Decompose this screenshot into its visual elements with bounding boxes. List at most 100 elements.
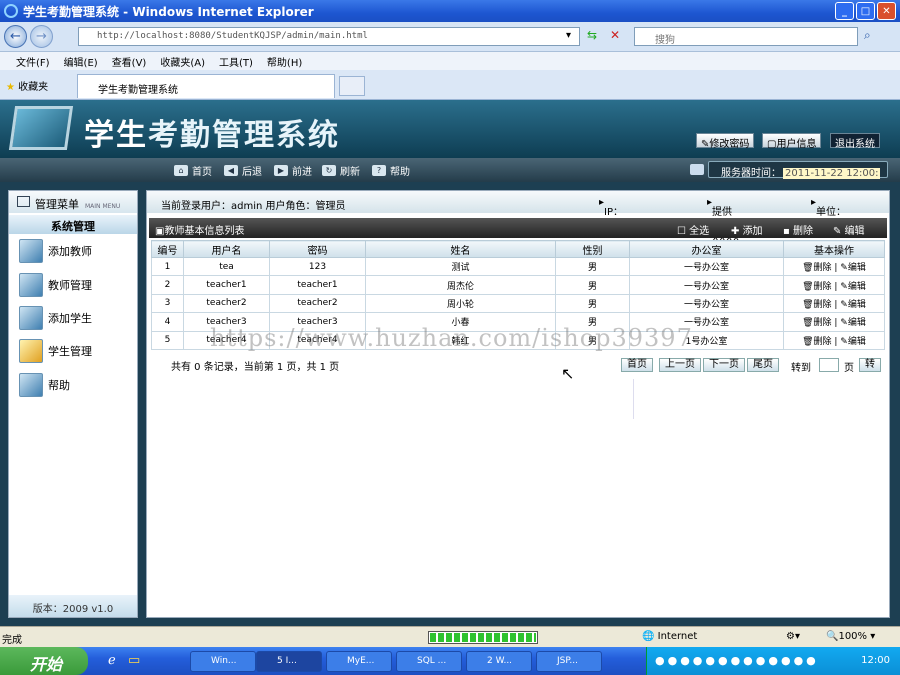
nav-back[interactable]: ◀ 后退 bbox=[224, 163, 262, 178]
row-operations[interactable]: 🗑删除 | ✎编辑 bbox=[783, 312, 885, 332]
sidebar-item-label: 教师管理 bbox=[48, 279, 92, 292]
main-panel: 当前登录用户：admin 用户角色：管理员 ▸ IP：127.0.0.1 ▸ 提… bbox=[146, 190, 890, 618]
status-text: 完成 bbox=[2, 635, 22, 646]
cell-gender: 男 bbox=[555, 312, 630, 332]
row-operations[interactable]: 🗑删除 | ✎编辑 bbox=[783, 275, 885, 295]
task-item[interactable]: JSP... bbox=[536, 651, 602, 672]
task-item-active[interactable]: 5 I... bbox=[256, 651, 322, 672]
menu-edit[interactable]: 编辑(E) bbox=[64, 54, 98, 69]
row-operations[interactable]: 🗑删除 | ✎编辑 bbox=[783, 330, 885, 350]
goto-page-input[interactable] bbox=[819, 358, 839, 372]
sidebar-item-add-student[interactable]: 添加学生 bbox=[19, 304, 134, 332]
cell-name: 小春 bbox=[365, 312, 556, 332]
refresh-icon[interactable]: ⇆ bbox=[587, 28, 597, 42]
row-operations[interactable]: 🗑删除 | ✎编辑 bbox=[783, 293, 885, 314]
star-icon: ★ bbox=[6, 82, 15, 93]
mouse-cursor-icon: ↖ bbox=[561, 364, 575, 383]
cell-office: 一号办公室 bbox=[629, 256, 784, 277]
tray-icons[interactable]: ●●●●●●●●●●●●● bbox=[655, 654, 819, 667]
task-item[interactable]: Win... bbox=[190, 651, 256, 672]
close-button[interactable]: ✕ bbox=[877, 2, 896, 20]
col-name: 姓名 bbox=[365, 240, 556, 258]
back-button[interactable]: ← bbox=[4, 25, 27, 48]
cell-id: 4 bbox=[151, 312, 184, 332]
nav-forward-label: 前进 bbox=[292, 167, 312, 178]
cell-username: teacher1 bbox=[183, 275, 270, 295]
search-input[interactable]: 搜狗 bbox=[634, 27, 858, 46]
search-icon[interactable]: ⌕ bbox=[864, 28, 871, 43]
logout-button[interactable]: 退出系统 bbox=[830, 133, 880, 150]
menu-bar: 文件(F) 编辑(E) 查看(V) 收藏夹(A) 工具(T) 帮助(H) bbox=[0, 52, 900, 70]
table-header-row: 编号 用户名 密码 姓名 性别 办公室 基本操作 bbox=[151, 240, 885, 258]
task-item[interactable]: SQL ... bbox=[396, 651, 462, 672]
col-operations: 基本操作 bbox=[783, 240, 885, 258]
cell-gender: 男 bbox=[555, 256, 630, 277]
page-load-progress bbox=[428, 631, 538, 644]
sidebar-item-teacher-manage[interactable]: 教师管理 bbox=[19, 271, 134, 299]
sidebar-item-label: 添加教师 bbox=[48, 245, 92, 258]
add-button[interactable]: ✚ 添加 bbox=[731, 222, 763, 237]
ie-quicklaunch-icon[interactable]: ℯ bbox=[108, 653, 116, 668]
taskbar: 开始 ℯ ▭ Win... 5 I... MyE... SQL ... 2 W.… bbox=[0, 647, 900, 675]
table-row: 4 teacher3 teacher3 小春男一号办公室 🗑删除 | ✎编辑 bbox=[151, 312, 885, 332]
menu-help[interactable]: 帮助(H) bbox=[267, 54, 302, 69]
window-title-bar: 学生考勤管理系统 - Windows Internet Explorer _ □… bbox=[0, 0, 900, 22]
next-page-button[interactable]: 下一页 bbox=[703, 358, 745, 372]
user-info-button[interactable]: ▢用户信息 bbox=[762, 133, 822, 150]
nav-refresh[interactable]: ↻ 刷新 bbox=[322, 163, 360, 178]
sidebar-item-student-manage[interactable]: 学生管理 bbox=[19, 337, 134, 365]
favorites-bar: ★ 收藏夹 学生考勤管理系统 bbox=[0, 70, 900, 100]
cell-name: 韩红 bbox=[365, 330, 556, 350]
first-page-button[interactable]: 首页 bbox=[621, 358, 653, 372]
stop-icon[interactable]: ✕ bbox=[610, 28, 620, 42]
help-book-icon bbox=[19, 373, 43, 397]
status-bar: 完成 🌐 Internet ⚙▾ 🔍100% ▾ bbox=[0, 626, 900, 647]
cell-id: 2 bbox=[151, 275, 184, 295]
unit-info: ▸ 单位：XXXXX bbox=[811, 197, 850, 229]
maximize-button[interactable]: □ bbox=[856, 2, 875, 20]
cell-name: 测试 bbox=[365, 256, 556, 277]
table-row: 2 teacher1 teacher1 周杰伦男一号办公室 🗑删除 | ✎编辑 bbox=[151, 275, 885, 295]
minimize-button[interactable]: _ bbox=[835, 2, 854, 20]
edit-button[interactable]: ✎ 编辑 bbox=[833, 222, 865, 237]
cell-office: 1号办公室 bbox=[629, 330, 784, 350]
task-item[interactable]: MyE... bbox=[326, 651, 392, 672]
server-time-label: 服务器时间： bbox=[721, 168, 781, 179]
nav-home[interactable]: ⌂ 首页 bbox=[174, 163, 212, 178]
last-page-button[interactable]: 尾页 bbox=[747, 358, 779, 372]
select-all-button[interactable]: ☐ 全选 bbox=[677, 222, 709, 237]
favorites-button[interactable]: ★ 收藏夹 bbox=[6, 78, 48, 93]
folder-quicklaunch-icon[interactable]: ▭ bbox=[128, 653, 140, 668]
nav-help[interactable]: ? 帮助 bbox=[372, 163, 410, 178]
delete-button[interactable]: ▪ 删除 bbox=[783, 222, 813, 237]
address-input[interactable]: http://localhost:8080/StudentKQJSP/admin… bbox=[78, 27, 580, 46]
sidebar-item-help[interactable]: 帮助 bbox=[19, 371, 134, 399]
nav-back-label: 后退 bbox=[242, 167, 262, 178]
zoom-control[interactable]: 🔍100% ▾ bbox=[826, 631, 875, 642]
menu-file[interactable]: 文件(F) bbox=[16, 54, 50, 69]
row-operations[interactable]: 🗑删除 | ✎编辑 bbox=[783, 256, 885, 277]
prev-page-button[interactable]: 上一页 bbox=[659, 358, 701, 372]
nav-strip: ⌂ 首页 ◀ 后退 ▶ 前进 ↻ 刷新 ? 帮助 服务器时间： 2011-11-22 12:… bbox=[0, 158, 900, 182]
menu-view[interactable]: 查看(V) bbox=[112, 54, 147, 69]
change-password-button[interactable]: ✎修改密码 bbox=[696, 133, 755, 150]
start-button[interactable]: 开始 bbox=[0, 647, 88, 675]
menu-icon bbox=[17, 196, 30, 207]
menu-favorites[interactable]: 收藏夹(A) bbox=[160, 54, 205, 69]
refresh-icon: ↻ bbox=[322, 165, 336, 176]
cell-name: 周小轮 bbox=[365, 293, 556, 314]
protected-mode-icon[interactable]: ⚙▾ bbox=[786, 631, 800, 642]
new-tab-button[interactable] bbox=[339, 76, 365, 96]
goto-button[interactable]: 转 bbox=[859, 358, 881, 372]
sidebar-item-label: 添加学生 bbox=[48, 312, 92, 325]
sidebar-item-add-teacher[interactable]: 添加教师 bbox=[19, 237, 134, 265]
back-icon: ◀ bbox=[224, 165, 238, 176]
nav-forward[interactable]: ▶ 前进 bbox=[274, 163, 312, 178]
task-item[interactable]: 2 W... bbox=[466, 651, 532, 672]
cell-username: teacher2 bbox=[183, 293, 270, 314]
col-id: 编号 bbox=[151, 240, 184, 258]
forward-button[interactable]: → bbox=[30, 25, 53, 48]
browser-tab[interactable]: 学生考勤管理系统 bbox=[77, 74, 335, 98]
address-dropdown-icon[interactable]: ▾ bbox=[566, 30, 571, 41]
menu-tools[interactable]: 工具(T) bbox=[219, 54, 253, 69]
